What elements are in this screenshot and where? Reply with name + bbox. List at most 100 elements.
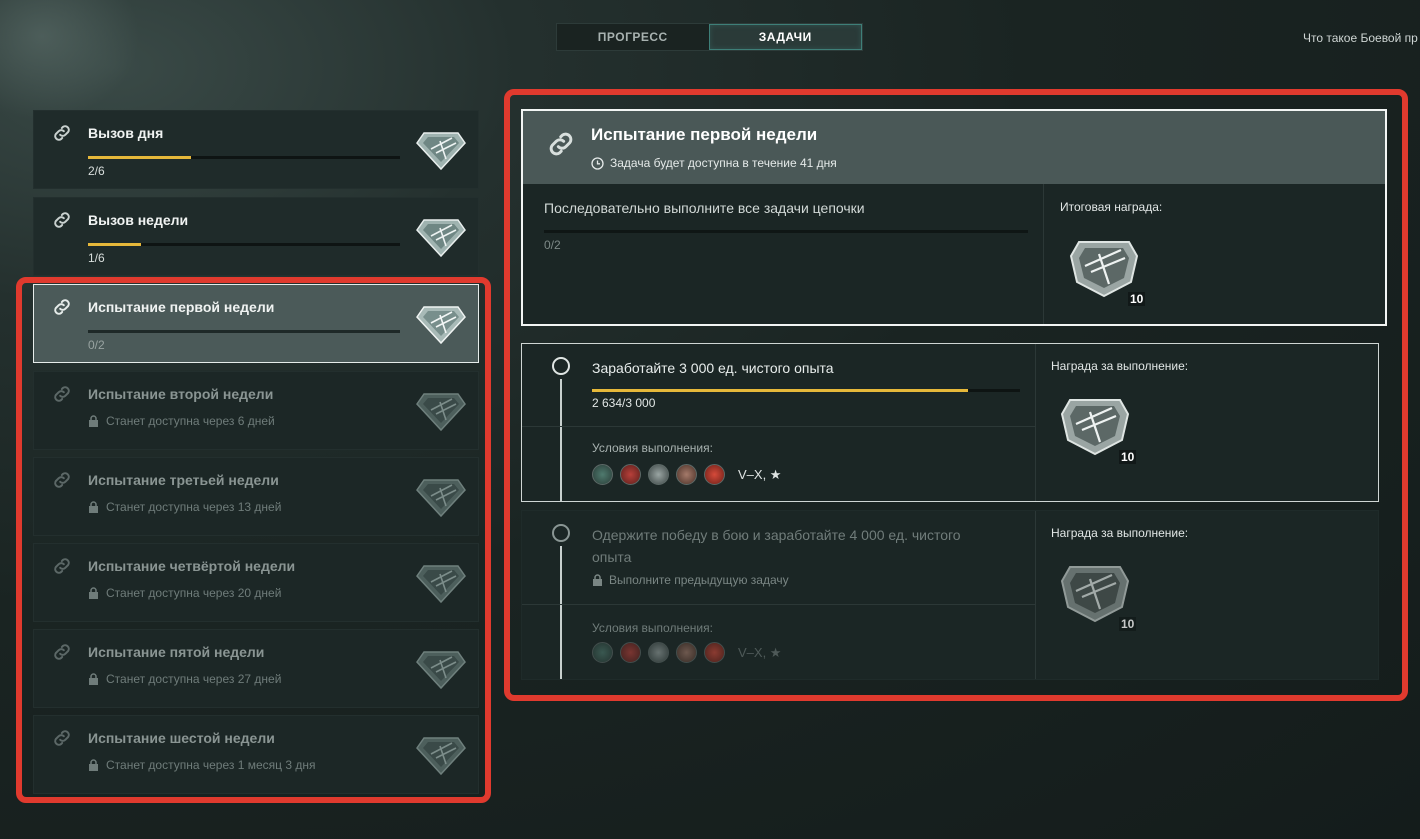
link-icon <box>54 730 70 746</box>
diamond-badge-icon <box>416 651 466 690</box>
battle-pass-badge-icon <box>1060 566 1130 623</box>
conditions-label: Условия выполнения: <box>592 621 713 635</box>
detail-progress-section: Последовательно выполните все задачи цеп… <box>523 184 1043 324</box>
diamond-badge-icon <box>416 306 466 345</box>
task-status-circle <box>552 357 570 375</box>
availability-text: Станет доступна через 6 дней <box>88 414 275 428</box>
reward-quantity: 10 <box>1128 292 1146 306</box>
detail-timer: Задача будет доступна в течение 41 дня <box>591 156 837 170</box>
availability-text: Станет доступна через 27 дней <box>88 672 281 686</box>
reward-label: Итоговая награда: <box>1060 200 1163 214</box>
task-status-circle <box>552 524 570 542</box>
divider <box>522 426 1035 427</box>
link-icon <box>54 299 70 315</box>
tier-range: V–X, ★ <box>738 466 782 482</box>
lock-icon <box>89 759 98 771</box>
progress-bar <box>88 330 400 333</box>
challenge-title: Испытание шестой недели <box>88 730 275 746</box>
availability-text: Станет доступна через 1 месяц 3 дня <box>88 758 316 772</box>
task-lock-message: Выполните предыдущую задачу <box>592 573 789 587</box>
diamond-badge-icon <box>416 132 466 171</box>
challenge-card-week-6[interactable]: Испытание шестой недели Станет доступна … <box>33 715 479 794</box>
diamond-badge-icon <box>416 479 466 518</box>
lock-icon <box>89 587 98 599</box>
reward-label: Награда за выполнение: <box>1051 359 1189 373</box>
task-title: Заработайте 3 000 ед. чистого опыта <box>592 360 834 376</box>
lock-icon <box>89 501 98 513</box>
link-icon <box>54 644 70 660</box>
availability-label: Станет доступна через 27 дней <box>106 672 282 686</box>
divider <box>1035 344 1036 501</box>
link-icon <box>54 386 70 402</box>
diamond-badge-icon <box>416 737 466 776</box>
availability-label: Станет доступна через 6 дней <box>106 414 275 428</box>
nation-3-icon[interactable] <box>648 464 669 485</box>
final-reward-section: Итоговая награда: 10 <box>1043 184 1385 324</box>
clock-icon <box>591 156 604 170</box>
link-icon <box>54 558 70 574</box>
detail-description: Последовательно выполните все задачи цеп… <box>544 200 865 216</box>
detail-title: Испытание первой недели <box>591 125 818 144</box>
tab-tasks[interactable]: ЗАДАЧИ <box>708 24 862 50</box>
progress-bar <box>88 243 400 246</box>
challenge-title: Вызов недели <box>88 212 189 228</box>
diamond-badge-icon <box>416 393 466 432</box>
nation-4-icon[interactable] <box>676 642 697 663</box>
link-icon <box>549 132 573 156</box>
nation-3-icon[interactable] <box>648 642 669 663</box>
task-item[interactable]: Одержите победу в бою и заработайте 4 00… <box>521 510 1379 680</box>
challenge-card-week-5[interactable]: Испытание пятой недели Станет доступна ч… <box>33 629 479 708</box>
nation-1-icon[interactable] <box>592 464 613 485</box>
availability-label: Станет доступна через 13 дней <box>106 500 282 514</box>
nation-2-icon[interactable] <box>620 464 641 485</box>
challenge-card-week-1[interactable]: Испытание первой недели 0/2 <box>33 284 479 363</box>
background-statue <box>0 0 140 120</box>
divider <box>1035 511 1036 679</box>
tab-progress[interactable]: ПРОГРЕСС <box>557 24 709 50</box>
diamond-badge-icon <box>416 565 466 604</box>
challenge-title: Испытание первой недели <box>88 299 275 315</box>
reward-item[interactable]: 10 <box>1057 394 1137 464</box>
lock-icon <box>89 415 98 427</box>
challenge-card-daily[interactable]: Вызов дня 2/6 <box>33 110 479 189</box>
availability-text: Станет доступна через 20 дней <box>88 586 281 600</box>
challenge-title: Вызов дня <box>88 125 164 141</box>
divider <box>522 604 1035 605</box>
nation-4-icon[interactable] <box>676 464 697 485</box>
help-link[interactable]: Что такое Боевой пр <box>1303 31 1418 45</box>
lock-icon <box>593 574 602 586</box>
nation-5-icon[interactable] <box>704 464 725 485</box>
progress-count: 0/2 <box>544 238 561 252</box>
nation-1-icon[interactable] <box>592 642 613 663</box>
challenge-detail-panel: Испытание первой недели Задача будет дос… <box>521 109 1387 326</box>
reward-item[interactable]: 10 <box>1066 236 1146 306</box>
chain-line <box>560 379 562 501</box>
reward-item[interactable]: 10 <box>1057 561 1137 631</box>
challenge-card-weekly[interactable]: Вызов недели 1/6 <box>33 197 479 276</box>
progress-bar <box>88 156 400 159</box>
challenge-title: Испытание третьей недели <box>88 472 279 488</box>
reward-quantity: 10 <box>1119 450 1137 464</box>
nation-2-icon[interactable] <box>620 642 641 663</box>
task-item[interactable]: Заработайте 3 000 ед. чистого опыта 2 63… <box>521 343 1379 502</box>
battle-pass-badge-icon <box>1060 399 1130 456</box>
conditions-icons: V–X, ★ <box>592 464 781 485</box>
task-title: Одержите победу в бою и заработайте 4 00… <box>592 527 961 565</box>
diamond-badge-icon <box>416 219 466 258</box>
lock-icon <box>89 673 98 685</box>
challenge-title: Испытание второй недели <box>88 386 274 402</box>
availability-label: Станет доступна через 1 месяц 3 дня <box>106 758 316 772</box>
link-icon <box>54 125 70 141</box>
progress-count: 2/6 <box>88 164 105 178</box>
battle-pass-badge-icon <box>1069 241 1139 298</box>
detail-header: Испытание первой недели Задача будет дос… <box>523 111 1385 184</box>
reward-label: Награда за выполнение: <box>1051 526 1189 540</box>
challenge-card-week-3[interactable]: Испытание третьей недели Станет доступна… <box>33 457 479 536</box>
progress-count: 1/6 <box>88 251 105 265</box>
conditions-icons: V–X, ★ <box>592 642 781 663</box>
challenge-card-week-2[interactable]: Испытание второй недели Станет доступна … <box>33 371 479 450</box>
tier-range: V–X, ★ <box>738 644 782 660</box>
progress-count: 0/2 <box>88 338 105 352</box>
nation-5-icon[interactable] <box>704 642 725 663</box>
challenge-card-week-4[interactable]: Испытание четвёртой недели Станет доступ… <box>33 543 479 622</box>
